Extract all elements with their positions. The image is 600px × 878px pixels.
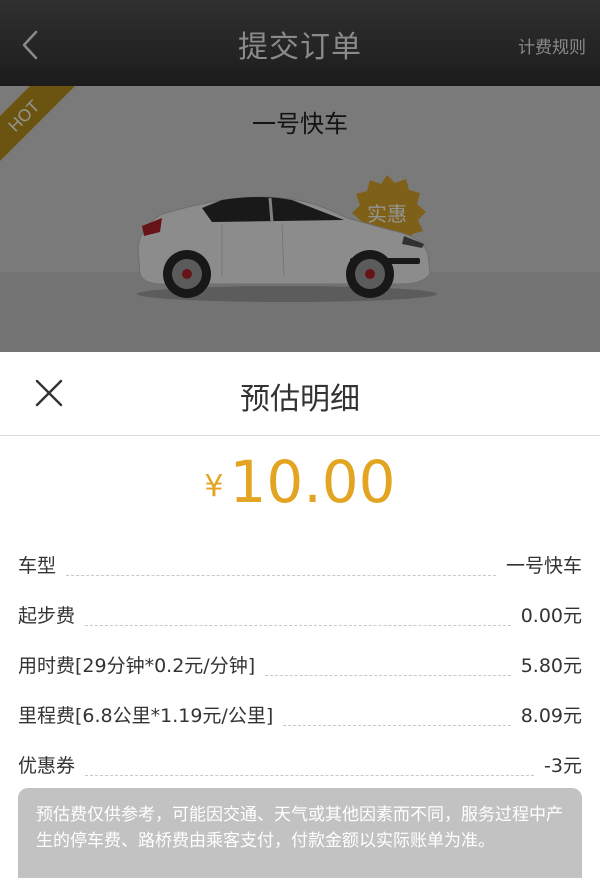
currency-symbol: ¥ [204, 469, 224, 504]
sheet-title: 预估明细 [240, 382, 360, 417]
fee-row-coupon: 优惠券 -3元 [18, 740, 582, 790]
dotted-leader [85, 625, 511, 626]
fee-row-distance-fee: 里程费[6.8公里*1.19元/公里] 8.09元 [18, 690, 582, 740]
pricing-rules-link[interactable]: 计费规则 [518, 33, 586, 58]
fee-value: 0.00元 [520, 605, 582, 627]
fee-value: 8.09元 [520, 705, 582, 727]
dotted-leader [265, 675, 511, 676]
estimated-amount: ¥10.00 [0, 448, 600, 516]
fee-label: 优惠券 [18, 755, 76, 777]
page-title: 提交订单 [238, 30, 362, 65]
top-bar: 提交订单 计费规则 [0, 0, 600, 86]
amount-value: 10.00 [229, 448, 396, 516]
estimate-detail-sheet: 预估明细 ¥10.00 车型 一号快车 起步费 0.00元 用时费[29分钟*0… [0, 352, 600, 878]
modal-overlay[interactable] [0, 86, 600, 352]
fee-row-time-fee: 用时费[29分钟*0.2元/分钟] 5.80元 [18, 640, 582, 690]
fee-value: 5.80元 [520, 655, 582, 677]
fee-value: 一号快车 [505, 555, 582, 577]
fee-label: 用时费[29分钟*0.2元/分钟] [18, 655, 256, 677]
fee-label: 车型 [18, 555, 57, 577]
sheet-header: 预估明细 [0, 352, 600, 436]
fee-label: 里程费[6.8公里*1.19元/公里] [18, 705, 274, 727]
dotted-leader [283, 725, 511, 726]
dotted-leader [66, 575, 496, 576]
fee-row-base-fare: 起步费 0.00元 [18, 590, 582, 640]
fee-value: -3元 [544, 755, 582, 777]
fee-row-car-type: 车型 一号快车 [18, 540, 582, 590]
dotted-leader [85, 775, 535, 776]
estimate-disclaimer: 预估费仅供参考，可能因交通、天气或其他因素而不同，服务过程中产生的停车费、路桥费… [18, 788, 582, 878]
fee-label: 起步费 [18, 605, 76, 627]
fee-breakdown: 车型 一号快车 起步费 0.00元 用时费[29分钟*0.2元/分钟] 5.80… [18, 540, 582, 790]
